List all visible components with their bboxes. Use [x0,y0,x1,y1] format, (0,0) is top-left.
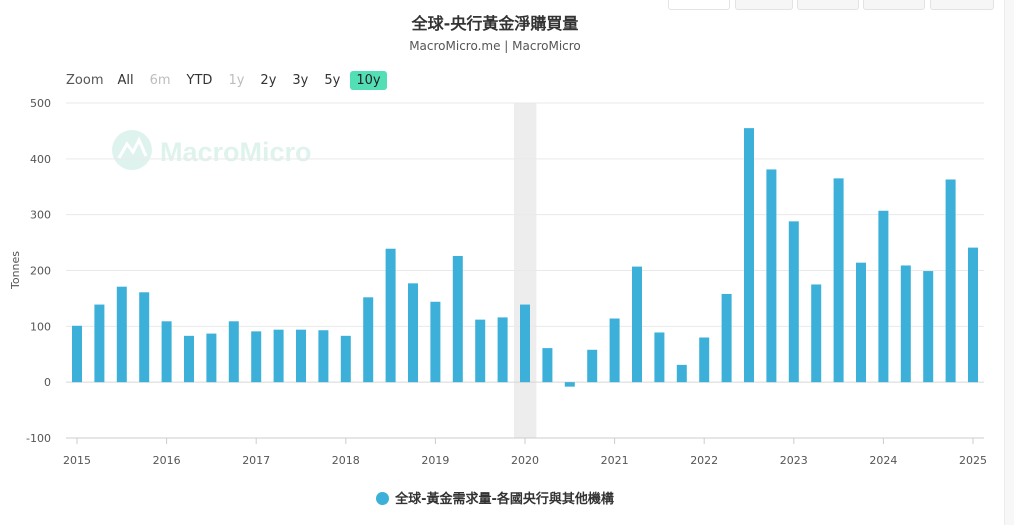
bar[interactable] [430,301,441,383]
x-tick-label: 2016 [153,454,181,467]
bar[interactable] [542,348,553,383]
x-tick-label: 2017 [242,454,270,467]
bar[interactable] [968,247,978,383]
bar[interactable] [945,179,956,383]
bar[interactable] [721,293,732,383]
bar[interactable] [206,333,217,383]
x-tick-label: 2023 [780,454,808,467]
y-axis-label: Tonnes [9,251,22,290]
x-tick-label: 2024 [869,454,897,467]
bar[interactable] [184,335,194,383]
bar[interactable] [632,266,642,383]
bar[interactable] [654,332,665,383]
y-tick-label: 0 [44,376,51,389]
legend-marker [376,492,390,505]
bar[interactable] [452,255,463,383]
bar[interactable] [699,337,710,383]
y-tick-label: -100 [26,432,51,445]
bar[interactable] [385,248,396,383]
bar[interactable] [72,325,82,383]
y-tick-label: 400 [30,153,51,166]
bar-chart: MacroMicro -100 0 100 200 300 400 500 2015 2016… [9,97,987,467]
x-tick-label: 2025 [959,454,987,467]
x-tick-label: 2022 [690,454,718,467]
bar[interactable] [363,297,374,383]
bar[interactable] [296,329,306,383]
bar[interactable] [251,331,262,383]
y-tick-label: 100 [30,320,51,333]
page-scroll-edge [1004,0,1014,525]
bar[interactable] [564,382,575,387]
bar[interactable] [273,329,284,383]
y-tick-label: 200 [30,265,51,278]
bar[interactable] [878,210,889,383]
x-tick-label: 2019 [421,454,449,467]
bar[interactable] [788,221,799,383]
bar[interactable] [228,321,239,383]
bar[interactable] [139,292,150,383]
bar[interactable] [744,128,754,383]
legend-series-name: 全球-黃金需求量-各國央行與其他機構 [395,492,614,507]
bar[interactable] [923,271,934,383]
x-tick-label: 2020 [511,454,539,467]
y-tick-label: 500 [30,97,51,110]
bar[interactable] [520,304,530,383]
bar[interactable] [676,364,687,383]
bar[interactable] [856,262,866,383]
bar[interactable] [116,286,127,383]
bar[interactable] [475,319,486,383]
x-tick-label: 2021 [601,454,629,467]
watermark-text: MacroMicro [160,137,312,167]
bar[interactable] [833,178,844,383]
bar[interactable] [811,284,822,383]
bar[interactable] [587,349,598,383]
x-tick-label: 2015 [63,454,91,467]
bar[interactable] [900,265,911,383]
y-tick-label: 300 [30,209,51,222]
bar[interactable] [609,318,620,383]
bar[interactable] [340,335,351,383]
bar[interactable] [94,304,105,383]
bar[interactable] [161,321,172,383]
bar[interactable] [318,330,329,383]
bar[interactable] [766,169,777,383]
bar[interactable] [408,283,418,383]
bar[interactable] [497,317,508,383]
x-tick-label: 2018 [332,454,360,467]
watermark: MacroMicro [112,130,312,170]
chart-legend[interactable]: 全球-黃金需求量-各國央行與其他機構 [0,488,990,507]
